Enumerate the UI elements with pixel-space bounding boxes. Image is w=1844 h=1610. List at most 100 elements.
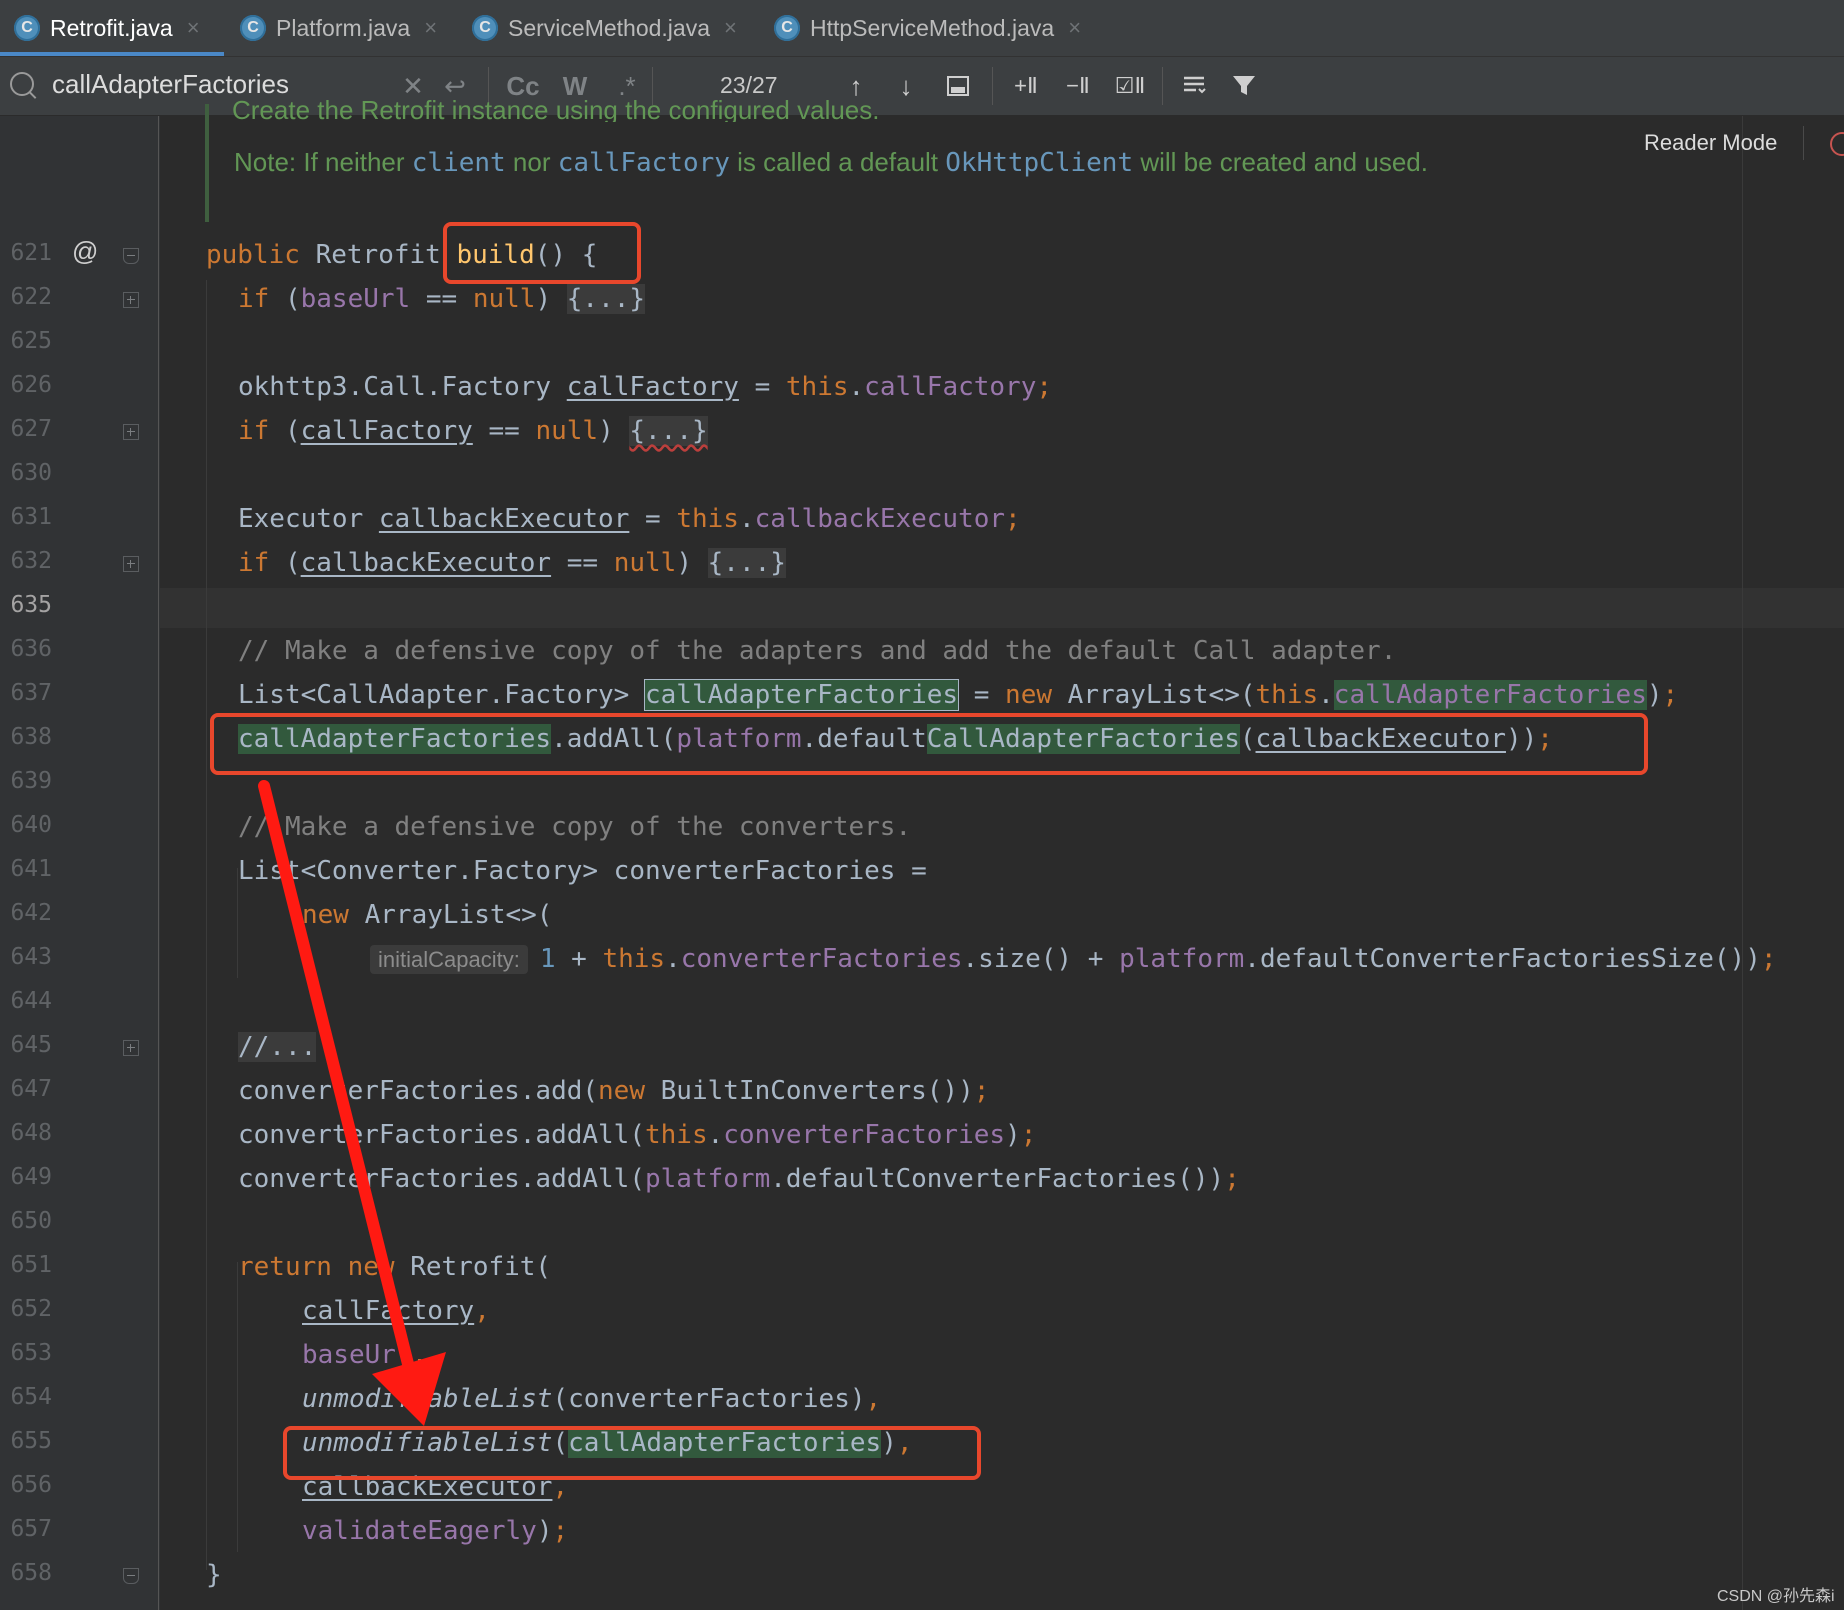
- tab-retrofit-java[interactable]: C Retrofit.java ×: [0, 0, 224, 56]
- line-number[interactable]: 637: [0, 680, 52, 706]
- code-line-626[interactable]: okhttp3.Call.Factory callFactory = this.…: [238, 365, 1052, 409]
- line-number[interactable]: 638: [0, 724, 52, 750]
- filter-icon[interactable]: [1226, 67, 1262, 105]
- line-number[interactable]: 648: [0, 1120, 52, 1146]
- line-number[interactable]: 636: [0, 636, 52, 662]
- line-number[interactable]: 627: [0, 416, 52, 442]
- divider: [1162, 67, 1163, 105]
- search-query: callAdapterFactories: [52, 69, 289, 99]
- code-line-637[interactable]: List<CallAdapter.Factory> callAdapterFac…: [238, 673, 1678, 717]
- watermark: CSDN @孙先森i: [1717, 1588, 1835, 1605]
- tab-httpservicemethod-java[interactable]: C HttpServiceMethod.java ×: [774, 0, 1081, 56]
- line-number[interactable]: 622: [0, 284, 52, 310]
- annotation-box-line-655: [283, 1426, 981, 1480]
- tab-label: Retrofit.java: [50, 14, 173, 41]
- code-line-648[interactable]: converterFactories.addAll(this.converter…: [238, 1113, 1036, 1157]
- add-occurrence-icon[interactable]: +Ⅱ: [1006, 67, 1046, 105]
- code-line-636[interactable]: // Make a defensive copy of the adapters…: [238, 629, 1396, 673]
- doc-code-ref: OkHttpClient: [945, 148, 1134, 178]
- code-line-640[interactable]: // Make a defensive copy of the converte…: [238, 805, 911, 849]
- next-occurrence-icon[interactable]: ↓: [888, 67, 924, 105]
- code-line-632[interactable]: if (callbackExecutor == null) {...}: [238, 541, 786, 585]
- code-line-643[interactable]: initialCapacity: 1 + this.converterFactor…: [370, 937, 1777, 982]
- close-tab-icon[interactable]: ×: [187, 15, 200, 41]
- active-tab-indicator: [0, 52, 224, 56]
- line-number[interactable]: 625: [0, 328, 52, 354]
- line-number[interactable]: 656: [0, 1472, 52, 1498]
- line-number[interactable]: 643: [0, 944, 52, 970]
- close-tab-icon[interactable]: ×: [1068, 15, 1081, 41]
- annotation-box-build: [443, 222, 641, 284]
- doc-code-ref: client: [411, 148, 506, 178]
- code-line-649[interactable]: converterFactories.addAll(platform.defau…: [238, 1157, 1240, 1201]
- line-number[interactable]: 654: [0, 1384, 52, 1410]
- line-number[interactable]: 645: [0, 1032, 52, 1058]
- search-icon: [10, 72, 34, 96]
- override-marker-icon[interactable]: @: [72, 236, 98, 267]
- line-number[interactable]: 652: [0, 1296, 52, 1322]
- line-number[interactable]: 642: [0, 900, 52, 926]
- line-number[interactable]: 631: [0, 504, 52, 530]
- code-line-642[interactable]: new ArrayList<>(: [302, 893, 552, 937]
- code-line-647[interactable]: converterFactories.add(new BuiltInConver…: [238, 1069, 989, 1113]
- code-line-641[interactable]: List<Converter.Factory> converterFactori…: [238, 849, 927, 893]
- java-class-icon: C: [240, 15, 266, 41]
- match-count: 23/27: [720, 72, 778, 98]
- code-line-653[interactable]: baseUrl,: [302, 1333, 427, 1377]
- line-number[interactable]: 658: [0, 1560, 52, 1586]
- doc-text-part: Note: If neither: [234, 147, 412, 177]
- code-line-631[interactable]: Executor callbackExecutor = this.callbac…: [238, 497, 1021, 541]
- code-line-652[interactable]: callFactory,: [302, 1289, 490, 1333]
- doc-comment-bar: [205, 104, 209, 222]
- doc-text-part: nor: [505, 147, 558, 177]
- gutter-divider: [158, 116, 159, 1610]
- reader-mode-button[interactable]: Reader Mode: [1644, 130, 1777, 156]
- line-number[interactable]: 655: [0, 1428, 52, 1454]
- line-number[interactable]: 641: [0, 856, 52, 882]
- annotation-box-line-638: [210, 713, 1648, 775]
- line-number[interactable]: 621: [0, 240, 52, 266]
- line-number[interactable]: 630: [0, 460, 52, 486]
- doc-text-part: is called a default: [729, 147, 946, 177]
- editor-tab-bar: C Retrofit.java × C Platform.java × C Se…: [0, 0, 1844, 57]
- code-line-651[interactable]: return new Retrofit(: [238, 1245, 551, 1289]
- line-number[interactable]: 626: [0, 372, 52, 398]
- tab-label: ServiceMethod.java: [508, 14, 710, 41]
- find-in-window-icon[interactable]: [940, 67, 976, 105]
- code-line-627[interactable]: if (callFactory == null) {...}: [238, 409, 708, 453]
- line-number[interactable]: 632: [0, 548, 52, 574]
- line-number[interactable]: 653: [0, 1340, 52, 1366]
- filter-options-icon[interactable]: [1176, 67, 1212, 105]
- code-line-658[interactable]: }: [206, 1553, 222, 1597]
- code-line-657[interactable]: validateEagerly);: [302, 1509, 568, 1553]
- line-number[interactable]: 657: [0, 1516, 52, 1542]
- indent-guide: [237, 1262, 238, 1552]
- tab-servicemethod-java[interactable]: C ServiceMethod.java ×: [472, 0, 737, 56]
- line-number[interactable]: 635: [0, 592, 52, 618]
- tab-platform-java[interactable]: C Platform.java ×: [240, 0, 437, 56]
- line-number[interactable]: 647: [0, 1076, 52, 1102]
- java-class-icon: C: [14, 15, 40, 41]
- line-number[interactable]: 639: [0, 768, 52, 794]
- inspection-warning-icon[interactable]: [1830, 132, 1844, 156]
- fold-end-icon[interactable]: [123, 248, 139, 264]
- expand-fold-icon[interactable]: [123, 556, 139, 572]
- doc-text-part: will be created and used.: [1133, 147, 1428, 177]
- line-number[interactable]: 644: [0, 988, 52, 1014]
- expand-fold-icon[interactable]: [123, 292, 139, 308]
- line-number[interactable]: 651: [0, 1252, 52, 1278]
- line-number[interactable]: 650: [0, 1208, 52, 1234]
- fold-end-icon[interactable]: [123, 1568, 139, 1584]
- close-tab-icon[interactable]: ×: [724, 15, 737, 41]
- remove-occurrence-icon[interactable]: −Ⅱ: [1058, 67, 1098, 105]
- select-all-occurrences-icon[interactable]: ☑Ⅱ: [1110, 67, 1150, 105]
- line-number[interactable]: 640: [0, 812, 52, 838]
- tab-label: Platform.java: [276, 14, 411, 41]
- close-tab-icon[interactable]: ×: [424, 15, 437, 41]
- code-line-654[interactable]: unmodifiableList(converterFactories),: [302, 1377, 881, 1421]
- expand-fold-icon[interactable]: [123, 1040, 139, 1056]
- expand-fold-icon[interactable]: [123, 424, 139, 440]
- code-line-645[interactable]: //...: [238, 1025, 317, 1069]
- line-number[interactable]: 649: [0, 1164, 52, 1190]
- current-line-highlight: [160, 588, 1844, 628]
